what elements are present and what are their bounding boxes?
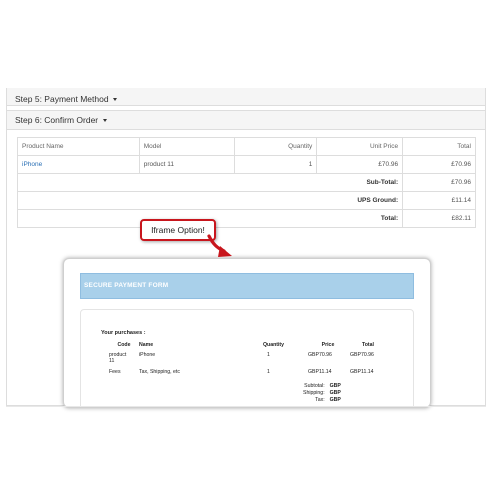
subtotal-label: Sub-Total: bbox=[16, 173, 404, 192]
item-price: GBP70.96 bbox=[308, 352, 332, 358]
red-arrow-icon bbox=[207, 234, 232, 257]
step6-heading[interactable]: Step 6: Confirm Order bbox=[7, 110, 485, 130]
item-code: Fees bbox=[109, 369, 121, 375]
totals-row: Sub-Total: £70.96 bbox=[16, 173, 476, 192]
purchases-panel: Your purchases : Code Name Quantity Pric… bbox=[80, 309, 414, 407]
table-row: product 11 iPhone 1 GBP70.96 GBP70.96 bbox=[109, 348, 388, 364]
item-quantity: 1 bbox=[267, 352, 270, 358]
caret-down-icon bbox=[102, 119, 107, 123]
cart-table: Product Name Model Quantity Unit Price T… bbox=[16, 137, 476, 228]
total-value: £82.11 bbox=[402, 209, 476, 228]
product-unit-price: £70.96 bbox=[316, 155, 404, 174]
table-header-row: Product Name Model Quantity Unit Price T… bbox=[17, 137, 476, 156]
shipping-label: UPS Ground: bbox=[16, 191, 404, 210]
table-row: iPhone product 11 1 £70.96 £70.96 bbox=[17, 155, 476, 174]
totals-row: Total: £82.11 bbox=[16, 209, 476, 228]
item-total: GBP70.96 bbox=[350, 352, 374, 358]
item-total: GBP11.14 bbox=[350, 369, 374, 375]
summary-label: Subtotal: bbox=[304, 383, 325, 389]
purchases-summary: Subtotal: GBP Shipping: GBP Tax: GBP bbox=[303, 383, 341, 404]
product-link[interactable]: iPhone bbox=[22, 161, 42, 168]
purchases-title: Your purchases : bbox=[101, 330, 146, 336]
summary-row: Subtotal: GBP bbox=[303, 383, 341, 390]
secure-payment-form-header: SECURE PAYMENT FORM bbox=[80, 273, 414, 299]
product-total: £70.96 bbox=[402, 155, 476, 174]
payment-iframe[interactable]: SECURE PAYMENT FORM Your purchases : Cod… bbox=[63, 258, 431, 408]
item-name: iPhone bbox=[139, 352, 156, 358]
col-header: Model bbox=[138, 137, 236, 156]
item-code: product 11 bbox=[109, 352, 127, 364]
col-header: Quantity bbox=[234, 137, 318, 156]
purchases-table: Code Name Quantity Price Total product 1… bbox=[109, 342, 388, 375]
step5-label: Step 5: Payment Method bbox=[15, 94, 109, 104]
item-quantity: 1 bbox=[267, 369, 270, 375]
product-model: product 11 bbox=[138, 155, 236, 174]
summary-row: Tax: GBP bbox=[303, 397, 341, 404]
step6-label: Step 6: Confirm Order bbox=[15, 115, 99, 125]
item-price: GBP11.14 bbox=[308, 369, 332, 375]
col-header: Product Name bbox=[17, 137, 140, 156]
col-header: Unit Price bbox=[316, 137, 404, 156]
summary-value: GBP bbox=[329, 383, 341, 389]
summary-value: GBP bbox=[329, 390, 341, 396]
summary-value: GBP bbox=[329, 397, 341, 403]
step5-heading[interactable]: Step 5: Payment Method bbox=[7, 88, 485, 106]
totals-row: UPS Ground: £11.14 bbox=[16, 191, 476, 210]
summary-row: Shipping: GBP bbox=[303, 390, 341, 397]
callout-text: Iframe Option! bbox=[151, 225, 205, 235]
caret-down-icon bbox=[112, 98, 117, 102]
shipping-value: £11.14 bbox=[402, 191, 476, 210]
summary-label: Shipping: bbox=[303, 390, 325, 396]
product-quantity: 1 bbox=[234, 155, 318, 174]
summary-label: Tax: bbox=[315, 397, 325, 403]
table-row: Fees Tax, Shipping, etc 1 GBP11.14 GBP11… bbox=[109, 364, 388, 375]
item-name: Tax, Shipping, etc bbox=[139, 369, 180, 375]
col-header: Total bbox=[402, 137, 476, 156]
divider bbox=[6, 406, 486, 407]
subtotal-value: £70.96 bbox=[402, 173, 476, 192]
